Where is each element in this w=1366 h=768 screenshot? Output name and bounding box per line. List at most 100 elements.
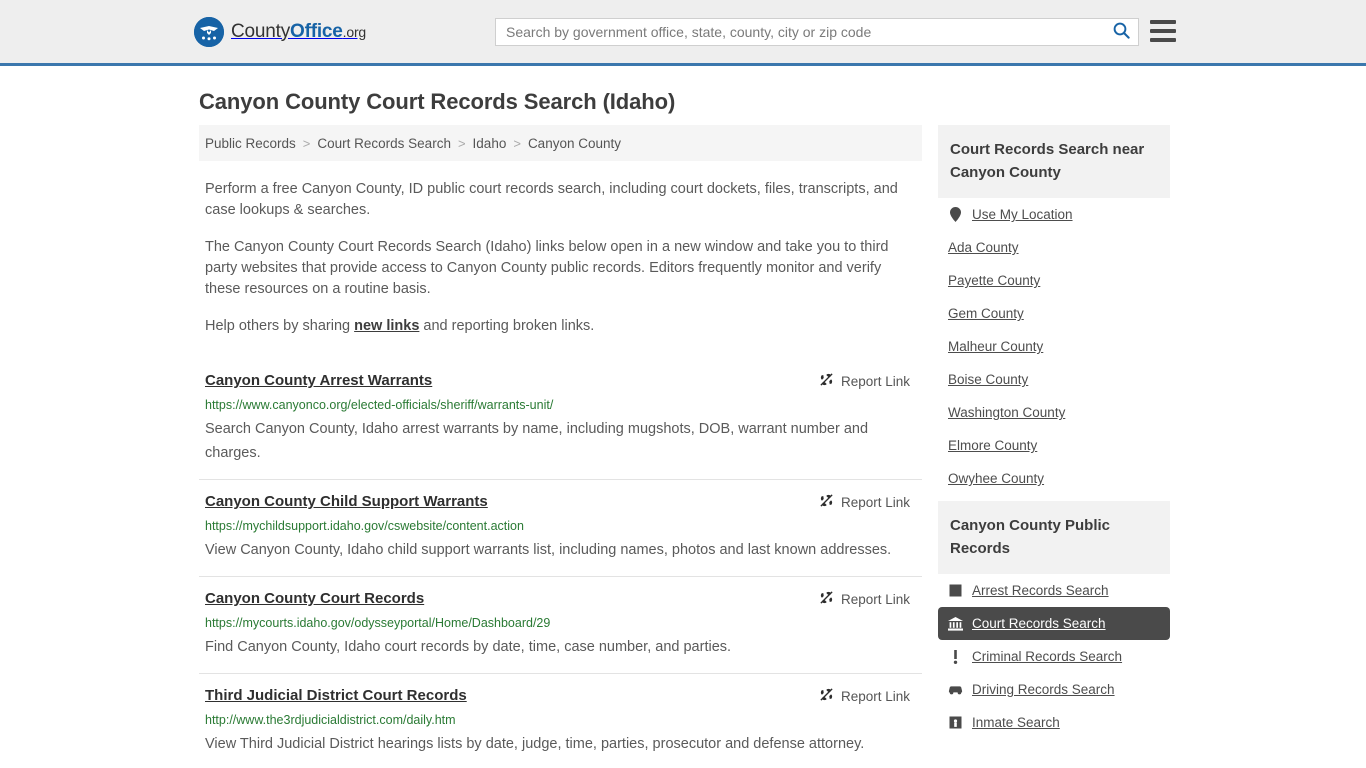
intro-text-after-link: and reporting broken links. <box>419 318 595 334</box>
list-item: Malheur County <box>938 330 1170 363</box>
intro-paragraph-1: Perform a free Canyon County, ID public … <box>205 181 898 218</box>
result-description: Search Canyon County, Idaho arrest warra… <box>205 421 869 461</box>
sidebar-item-gem-county[interactable]: Gem County <box>938 297 1170 330</box>
sidebar-item-label: Washington County <box>948 405 1066 420</box>
courthouse-icon <box>948 616 963 631</box>
result-header: Canyon County Child Support Warrants Rep… <box>205 492 916 512</box>
eagle-shield-icon <box>194 16 224 47</box>
breadcrumb: Public Records > Court Records Search > … <box>199 125 922 161</box>
sidebar-item-label: Court Records Search <box>972 616 1106 631</box>
broken-link-icon <box>819 590 834 608</box>
sidebar-item-inmate-search[interactable]: Inmate Search <box>938 706 1170 739</box>
sidebar-item-malheur-county[interactable]: Malheur County <box>938 330 1170 363</box>
list-item: Owyhee County <box>938 462 1170 495</box>
sidebar-item-label: Inmate Search <box>972 715 1060 730</box>
sidebar-item-arrest-records-search[interactable]: Arrest Records Search <box>938 574 1170 607</box>
sidebar-item-court-records-search[interactable]: Court Records Search <box>938 607 1170 640</box>
logo-text-org: .org <box>342 23 367 40</box>
list-item: Payette County <box>938 264 1170 297</box>
list-item: Court Records Search <box>938 607 1170 640</box>
list-item: Boise County <box>938 363 1170 396</box>
hamburger-menu-icon[interactable] <box>1150 20 1176 42</box>
sidebar-item-label: Elmore County <box>948 438 1038 453</box>
sidebar-item-owyhee-county[interactable]: Owyhee County <box>938 462 1170 495</box>
sidebar-item-label: Use My Location <box>972 207 1073 222</box>
list-item: Washington County <box>938 396 1170 429</box>
sidebar-item-ada-county[interactable]: Ada County <box>938 231 1170 264</box>
result-url[interactable]: https://mychildsupport.idaho.gov/cswebsi… <box>205 518 916 534</box>
result-title-link[interactable]: Third Judicial District Court Records <box>205 686 467 706</box>
breadcrumb-separator: > <box>457 135 466 151</box>
sidebar-item-boise-county[interactable]: Boise County <box>938 363 1170 396</box>
result-title-link[interactable]: Canyon County Court Records <box>205 589 424 609</box>
site-header: CountyOffice.org <box>0 0 1366 66</box>
sidebar-nearby-list: Use My Location Ada County Payette Count… <box>938 198 1170 495</box>
report-link-label: Report Link <box>840 688 910 704</box>
result-url[interactable]: https://mycourts.idaho.gov/odysseyportal… <box>205 615 916 631</box>
result-header: Canyon County Arrest Warrants Report Lin… <box>205 371 916 391</box>
new-links-link[interactable]: new links <box>354 318 419 334</box>
result-url[interactable]: http://www.the3rdjudicialdistrict.com/da… <box>205 712 916 728</box>
list-item: Driving Records Search <box>938 673 1170 706</box>
report-link-button[interactable]: Report Link <box>819 372 910 390</box>
result-title-link[interactable]: Canyon County Child Support Warrants <box>205 492 488 512</box>
sidebar: Court Records Search near Canyon County … <box>938 125 1170 745</box>
sidebar-item-label: Owyhee County <box>948 471 1045 486</box>
list-item: Ada County <box>938 231 1170 264</box>
result-item: Canyon County Child Support Warrants Rep… <box>199 479 922 576</box>
breadcrumb-separator: > <box>302 135 311 151</box>
sidebar-nearby-heading: Court Records Search near Canyon County <box>938 125 1170 198</box>
intro-text-before-link: Help others by sharing <box>205 318 355 334</box>
result-description: View Canyon County, Idaho child support … <box>205 542 892 558</box>
jail-icon <box>948 715 963 730</box>
breadcrumb-item-idaho[interactable]: Idaho <box>473 136 507 151</box>
sidebar-public-records-list: Arrest Records Search Court Records Sear… <box>938 574 1170 739</box>
report-link-button[interactable]: Report Link <box>819 687 910 705</box>
result-item: Third Judicial District Court Records Re… <box>199 673 922 768</box>
sidebar-item-label: Criminal Records Search <box>972 649 1123 664</box>
breadcrumb-item-canyon-county: Canyon County <box>527 135 621 151</box>
broken-link-icon <box>819 372 834 390</box>
result-header: Third Judicial District Court Records Re… <box>205 686 916 706</box>
results-list: Canyon County Arrest Warrants Report Lin… <box>199 359 922 768</box>
map-pin-icon <box>948 207 963 222</box>
broken-link-icon <box>819 493 834 511</box>
sidebar-item-criminal-records-search[interactable]: Criminal Records Search <box>938 640 1170 673</box>
result-description: View Third Judicial District hearings li… <box>205 736 865 752</box>
search-button[interactable] <box>1104 19 1138 45</box>
menu-bar-3 <box>1150 38 1176 42</box>
sidebar-item-label: Ada County <box>948 240 1019 255</box>
logo-wordmark: CountyOffice.org <box>231 21 366 43</box>
breadcrumb-separator: > <box>513 135 521 151</box>
result-item: Canyon County Court Records Report Link … <box>199 576 922 673</box>
report-link-label: Report Link <box>840 494 910 510</box>
report-link-label: Report Link <box>840 591 910 607</box>
report-link-button[interactable]: Report Link <box>819 590 910 608</box>
result-header: Canyon County Court Records Report Link <box>205 589 916 609</box>
result-description: Find Canyon County, Idaho court records … <box>205 639 732 655</box>
result-title-link[interactable]: Canyon County Arrest Warrants <box>205 371 432 391</box>
sidebar-item-use-my-location[interactable]: Use My Location <box>938 198 1170 231</box>
search-input[interactable] <box>496 19 1104 45</box>
main-column: Public Records > Court Records Search > … <box>199 125 922 768</box>
intro-paragraph-3: Help others by sharing new links and rep… <box>205 316 908 337</box>
sidebar-item-label: Boise County <box>948 372 1029 387</box>
sidebar-public-records-section: Canyon County Public Records Arrest Reco… <box>938 501 1170 739</box>
search-bar <box>495 18 1139 46</box>
report-link-button[interactable]: Report Link <box>819 493 910 511</box>
site-logo[interactable]: CountyOffice.org <box>194 16 366 47</box>
sidebar-item-driving-records-search[interactable]: Driving Records Search <box>938 673 1170 706</box>
intro-section: Perform a free Canyon County, ID public … <box>199 179 922 337</box>
breadcrumb-item-public-records[interactable]: Public Records <box>205 136 296 151</box>
sidebar-item-label: Driving Records Search <box>972 682 1115 697</box>
sidebar-item-washington-county[interactable]: Washington County <box>938 396 1170 429</box>
sidebar-item-label: Payette County <box>948 273 1041 288</box>
list-item: Arrest Records Search <box>938 574 1170 607</box>
menu-bar-2 <box>1150 29 1176 33</box>
sidebar-item-elmore-county[interactable]: Elmore County <box>938 429 1170 462</box>
breadcrumb-item-court-records-search[interactable]: Court Records Search <box>317 136 451 151</box>
sidebar-item-label: Malheur County <box>948 339 1044 354</box>
sidebar-item-payette-county[interactable]: Payette County <box>938 264 1170 297</box>
result-url[interactable]: https://www.canyonco.org/elected-officia… <box>205 397 916 413</box>
list-item: Use My Location <box>938 198 1170 231</box>
